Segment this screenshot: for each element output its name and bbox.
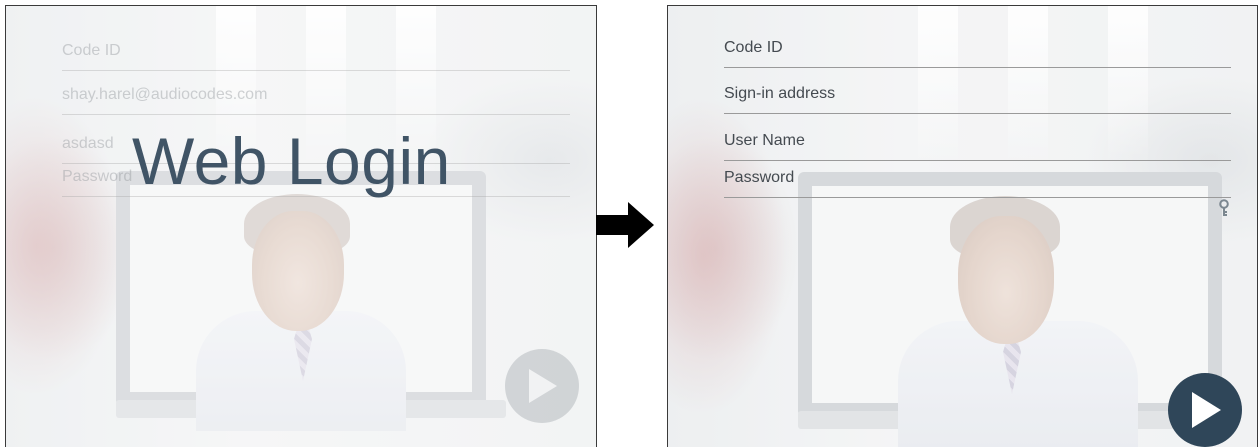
user-name-value: asdasd: [62, 134, 114, 152]
background-photo: [668, 6, 1257, 447]
sign-in-address-placeholder: Sign-in address: [724, 84, 836, 102]
user-name-placeholder: User Name: [724, 131, 805, 149]
code-id-placeholder: Code ID: [724, 38, 783, 56]
user-name-field[interactable]: User Name: [724, 121, 1231, 161]
password-placeholder: Password: [724, 168, 795, 186]
play-icon: [529, 369, 557, 403]
sign-in-address-field[interactable]: shay.harel@audiocodes.com: [62, 75, 570, 115]
sign-in-address-field[interactable]: Sign-in address: [724, 74, 1231, 114]
web-login-before-panel: Code ID shay.harel@audiocodes.com asdasd…: [5, 5, 597, 447]
password-label: Password: [62, 167, 133, 185]
code-id-field[interactable]: Code ID: [62, 31, 570, 71]
sign-in-address-value: shay.harel@audiocodes.com: [62, 85, 268, 103]
code-id-field[interactable]: Code ID: [724, 28, 1231, 68]
key-icon[interactable]: [1217, 199, 1231, 217]
submit-button[interactable]: [1168, 373, 1242, 447]
play-icon: [1192, 392, 1221, 428]
submit-button[interactable]: [505, 349, 579, 423]
code-id-label: Code ID: [62, 41, 121, 59]
password-field[interactable]: Password: [724, 158, 1231, 198]
web-login-after-panel: Code ID Sign-in address User Name Passwo…: [667, 5, 1258, 447]
arrow-right-icon: [596, 202, 654, 248]
web-login-title: Web Login: [132, 124, 451, 198]
